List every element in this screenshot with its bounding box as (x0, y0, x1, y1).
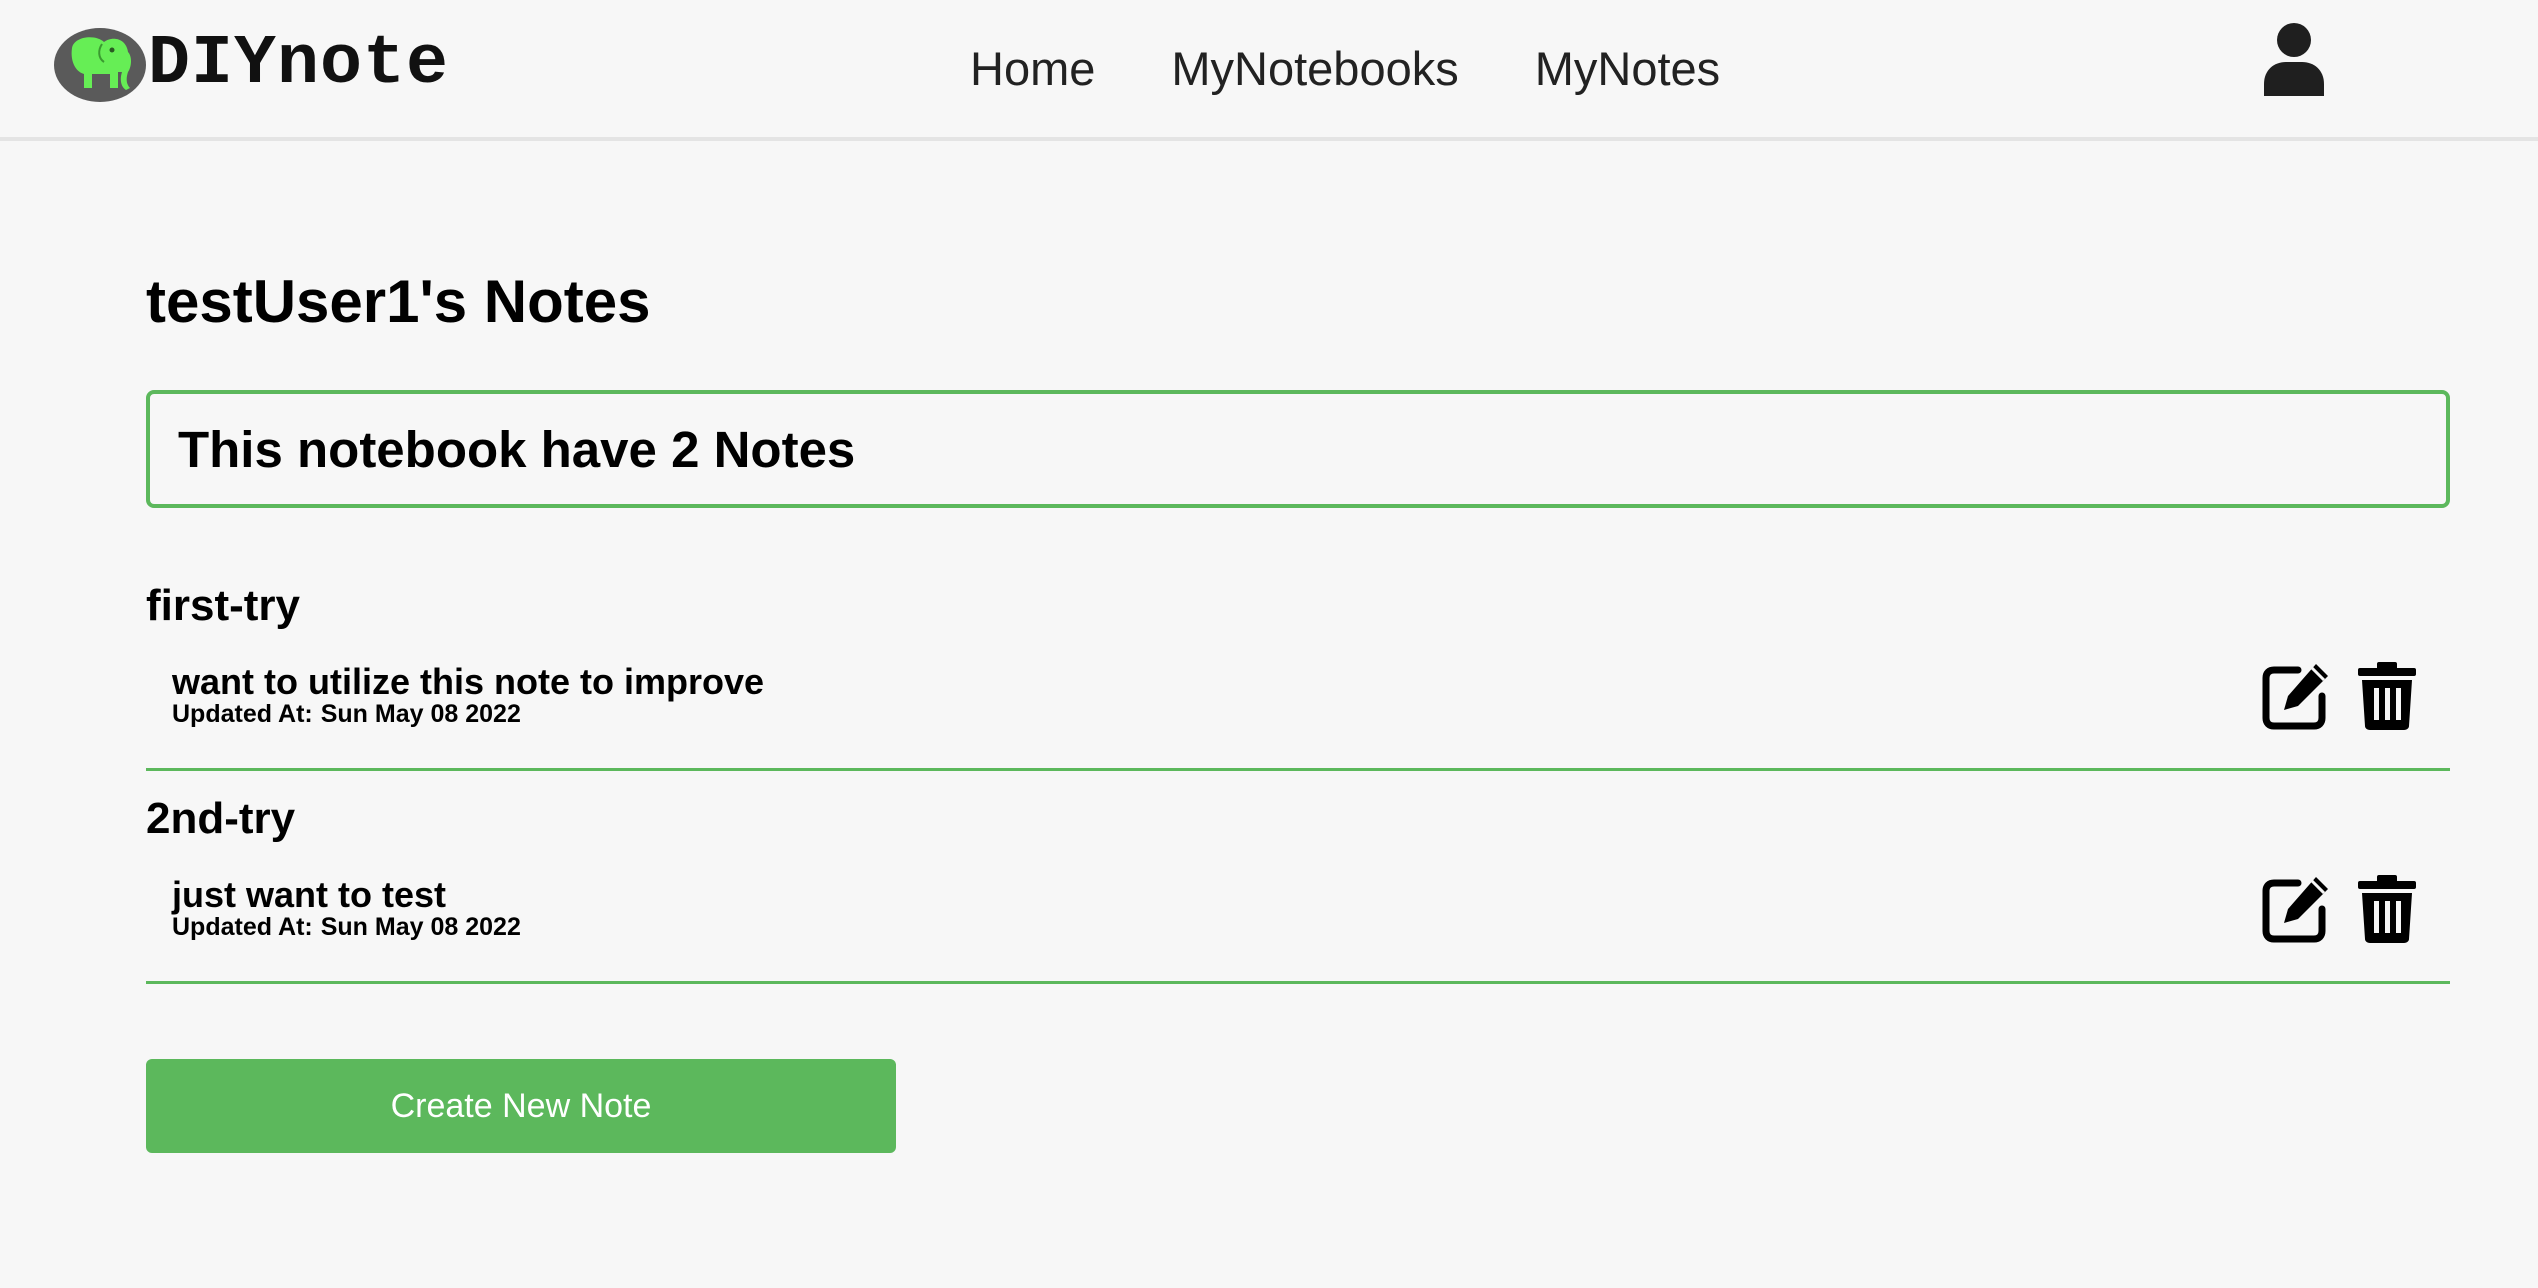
note-updated-at: Updated At: Sun May 08 2022 (172, 915, 521, 940)
nav-home-link[interactable]: Home (970, 45, 1095, 92)
trash-icon[interactable] (2358, 873, 2416, 943)
page-title: testUser1's Notes (146, 268, 651, 335)
notes-count-box: This notebook have 2 Notes (146, 390, 2450, 508)
note-item: 2nd-try just want to test Updated At: Sun… (146, 797, 2450, 984)
updated-date: Sun May 08 2022 (320, 700, 521, 728)
nav-mynotes-link[interactable]: MyNotes (1535, 45, 1720, 92)
trash-icon[interactable] (2358, 660, 2416, 730)
brand-link[interactable]: DIYnote (52, 26, 449, 104)
create-new-note-button[interactable]: Create New Note (146, 1059, 896, 1153)
notes-count-text: This notebook have 2 Notes (178, 421, 856, 478)
updated-label: Updated At: (172, 913, 313, 941)
note-content: just want to test (172, 874, 447, 915)
note-title[interactable]: first-try (146, 584, 300, 628)
elephant-logo-icon (54, 28, 146, 102)
note-item: first-try want to utilize this note to i… (146, 584, 2450, 771)
nav-mynotebooks-link[interactable]: MyNotebooks (1171, 45, 1458, 92)
navbar: DIYnote Home MyNotebooks MyNotes (0, 0, 2538, 141)
note-title[interactable]: 2nd-try (146, 797, 295, 841)
note-updated-at: Updated At: Sun May 08 2022 (172, 702, 521, 727)
brand-name: DIYnote (148, 25, 450, 104)
edit-icon[interactable] (2262, 873, 2332, 943)
edit-icon[interactable] (2262, 660, 2332, 730)
updated-label: Updated At: (172, 700, 313, 728)
note-content: want to utilize this note to improve (172, 661, 765, 702)
updated-date: Sun May 08 2022 (320, 913, 521, 941)
user-icon[interactable] (2262, 22, 2326, 96)
main-nav: Home MyNotebooks MyNotes (970, 45, 1720, 92)
